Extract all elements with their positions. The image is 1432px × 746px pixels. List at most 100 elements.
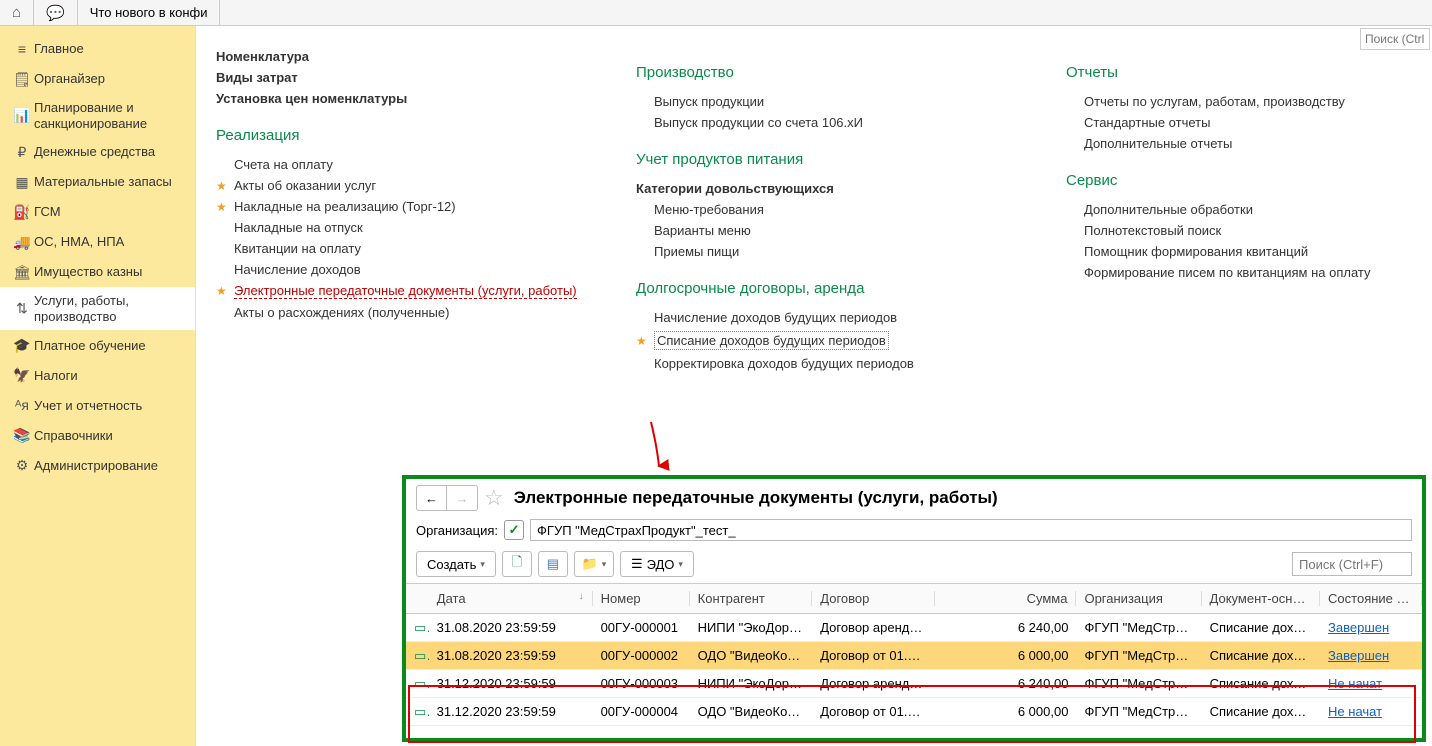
main-content: Номенклатура Виды затратУстановка цен ном… [196,26,1432,746]
menu-link[interactable]: ★Накладные на реализацию (Торг-12) [216,196,636,217]
sidebar-item[interactable]: 🏛Имущество казны [0,257,195,287]
menu-link[interactable]: Выпуск продукции со счета 106.хИ [636,112,1066,133]
col-doc[interactable]: Документ-основание [1202,591,1320,606]
sidebar-label: Планирование и санкционирование [34,100,185,131]
link-label: Отчеты по услугам, работам, производству [1084,94,1345,109]
whatsnew-tab[interactable]: Что нового в конфи [78,0,221,26]
star-icon: ★ [636,334,654,348]
list-button[interactable]: ▤ [538,551,568,577]
link-label: Корректировка доходов будущих периодов [654,356,914,371]
home-tab[interactable]: ⌂ [0,0,34,26]
col-date[interactable]: Дата↓ [429,591,593,606]
sidebar-item[interactable]: ⚙Администрирование [0,450,195,480]
table-header-row: Дата↓ Номер Контрагент Договор Сумма Орг… [406,584,1422,614]
sidebar-item[interactable]: 🚚ОС, НМА, НПА [0,227,195,257]
table-row[interactable]: ▭31.12.2020 23:59:5900ГУ-000003НИПИ "Эко… [406,670,1422,698]
org-input[interactable] [530,519,1412,541]
table-search-input[interactable] [1292,552,1412,576]
group-title: Реализация [216,127,636,144]
menu-link[interactable]: Категории довольствующихся [636,178,1066,199]
menu-link[interactable]: ★Электронные передаточные документы (усл… [216,280,636,302]
sidebar-item[interactable]: ₽Денежные средства [0,137,195,167]
status-link[interactable]: Завершен [1328,620,1389,635]
forward-button[interactable]: → [447,486,477,510]
menu-link[interactable]: Установка цен номенклатуры [216,88,636,109]
col-dog[interactable]: Договор [812,591,935,606]
table-row[interactable]: ▭31.08.2020 23:59:5900ГУ-000001НИПИ "Эко… [406,614,1422,642]
sidebar-label: Имущество казны [34,264,185,280]
menu-link[interactable]: Начисление доходов будущих периодов [636,307,1066,328]
whatsnew-label: Что нового в конфи [90,5,208,20]
link-label: Накладные на отпуск [234,220,363,235]
menu-link[interactable]: Приемы пищи [636,241,1066,262]
sidebar-item[interactable]: 🗒Органайзер [0,64,195,94]
annotation-arrow [649,422,669,472]
menu-link[interactable]: Дополнительные отчеты [1066,133,1426,154]
link-label: Формирование писем по квитанциям на опла… [1084,265,1371,280]
org-checkbox[interactable]: ✓ [504,520,524,540]
back-button[interactable]: ← [417,486,447,510]
menu-link[interactable]: ★Акты об оказании услуг [216,175,636,196]
folder-icon: 📁 [582,556,598,572]
col-sum[interactable]: Сумма [935,591,1077,606]
sidebar-item[interactable]: ⇅Услуги, работы, производство [0,287,195,330]
menu-link[interactable]: Накладные на отпуск [216,217,636,238]
edo-button[interactable]: ☰ЭДО▾ [620,551,694,577]
menu-link[interactable]: Помощник формирования квитанций [1066,241,1426,262]
cell-status: Завершен [1320,620,1422,635]
menu-link[interactable]: Варианты меню [636,220,1066,241]
sidebar-item[interactable]: 🎓Платное обучение [0,330,195,360]
folder-button[interactable]: 📁▾ [574,551,614,577]
link-label: Выпуск продукции со счета 106.хИ [654,115,863,130]
doc-icon: ▭ [406,676,429,692]
col-status[interactable]: Состояние ЭДО [1320,591,1422,606]
refresh-button[interactable]: 🗋 [502,551,532,577]
sidebar-item[interactable]: 🦅Налоги [0,360,195,390]
cell-org: ФГУП "МедСтрахП... [1076,704,1201,719]
sidebar-item[interactable]: ≡Главное [0,34,195,64]
documents-table: Дата↓ Номер Контрагент Договор Сумма Орг… [406,583,1422,726]
menu-link[interactable]: Отчеты по услугам, работам, производству [1066,91,1426,112]
col-kont[interactable]: Контрагент [690,591,813,606]
window-title: Электронные передаточные документы (услу… [514,488,998,508]
star-icon: ★ [216,200,234,214]
status-link[interactable]: Не начат [1328,676,1382,691]
menu-link[interactable]: Корректировка доходов будущих периодов [636,353,1066,374]
menu-link[interactable]: Акты о расхождениях (полученные) [216,302,636,323]
menu-link[interactable]: Номенклатура [216,46,636,67]
menu-link[interactable]: Стандартные отчеты [1066,112,1426,133]
sidebar-item[interactable]: ⛽ГСМ [0,197,195,227]
table-row[interactable]: ▭31.12.2020 23:59:5900ГУ-000004ОДО "Виде… [406,698,1422,726]
menu-link[interactable]: Меню-требования [636,199,1066,220]
cell-status: Не начат [1320,704,1422,719]
status-link[interactable]: Не начат [1328,704,1382,719]
table-row[interactable]: ▭31.08.2020 23:59:5900ГУ-000002ОДО "Виде… [406,642,1422,670]
menu-link[interactable]: Выпуск продукции [636,91,1066,112]
star-icon: ★ [216,179,234,193]
cell-kont: НИПИ "ЭкоДорСов" [690,620,813,635]
sidebar-item[interactable]: ᴬяУчет и отчетность [0,390,195,420]
menu-link[interactable]: Счета на оплату [216,154,636,175]
menu-link[interactable]: ★Списание доходов будущих периодов [636,328,1066,353]
menu-link[interactable]: Формирование писем по квитанциям на опла… [1066,262,1426,283]
menu-link[interactable]: Дополнительные обработки [1066,199,1426,220]
cell-sum: 6 240,00 [935,620,1077,635]
menu-link[interactable]: Квитанции на оплату [216,238,636,259]
col-org[interactable]: Организация [1076,591,1201,606]
status-link[interactable]: Завершен [1328,648,1389,663]
favorite-star-icon[interactable]: ☆ [484,485,504,511]
chat-tab[interactable]: 💬 [34,0,78,26]
cell-org: ФГУП "МедСтрахП... [1076,676,1201,691]
cell-doc: Списание доходов ... [1202,676,1320,691]
sidebar-item[interactable]: 📚Справочники [0,420,195,450]
refresh-icon: 🗋 [512,553,522,575]
menu-link[interactable]: Полнотекстовый поиск [1066,220,1426,241]
menu-link[interactable]: Начисление доходов [216,259,636,280]
menu-link[interactable]: Виды затрат [216,67,636,88]
doc-icon: ▭ [406,648,429,664]
sidebar-item[interactable]: 📊Планирование и санкционирование [0,94,195,137]
col-num[interactable]: Номер [593,591,690,606]
sidebar-item[interactable]: ▦Материальные запасы [0,167,195,197]
link-label: Номенклатура [216,49,309,64]
create-button[interactable]: Создать▾ [416,551,496,577]
